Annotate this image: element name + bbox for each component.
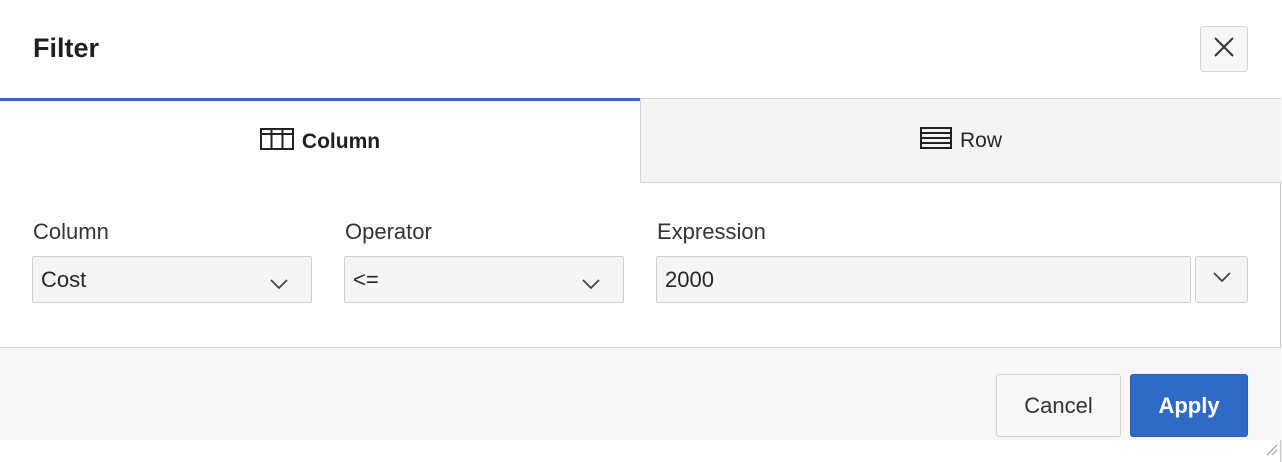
operator-select-value: <=: [353, 266, 379, 292]
apply-button[interactable]: Apply: [1130, 374, 1248, 437]
tab-row-label: Row: [959, 128, 1002, 152]
expression-label: Expression: [657, 219, 766, 244]
tab-row[interactable]: Row: [640, 98, 1281, 183]
close-icon: [1213, 36, 1235, 63]
chevron-down-icon: [269, 271, 289, 297]
resize-grip-icon[interactable]: [1264, 442, 1278, 461]
dialog-title: Filter: [33, 33, 100, 63]
chevron-down-icon: [581, 271, 601, 297]
dialog-footer: Cancel Apply: [0, 347, 1281, 440]
cancel-button[interactable]: Cancel: [996, 374, 1121, 437]
operator-select[interactable]: <=: [344, 256, 624, 303]
column-select-value: Cost: [41, 266, 87, 292]
dialog-header: Filter: [0, 0, 1281, 98]
operator-label: Operator: [345, 219, 432, 244]
filter-tabs: Column Row: [0, 98, 1281, 183]
expression-input[interactable]: [656, 256, 1191, 303]
filter-dialog: Filter Column Row Column Cost Operator <…: [0, 0, 1281, 462]
tab-column[interactable]: Column: [0, 98, 640, 183]
column-select[interactable]: Cost: [32, 256, 312, 303]
table-columns-icon: [259, 128, 294, 156]
column-label: Column: [33, 219, 109, 244]
tab-column-label: Column: [301, 130, 381, 153]
expression-dropdown-button[interactable]: [1195, 256, 1248, 303]
close-button[interactable]: [1200, 26, 1248, 72]
chevron-down-icon: [1212, 270, 1232, 289]
table-rows-icon: [919, 126, 952, 155]
